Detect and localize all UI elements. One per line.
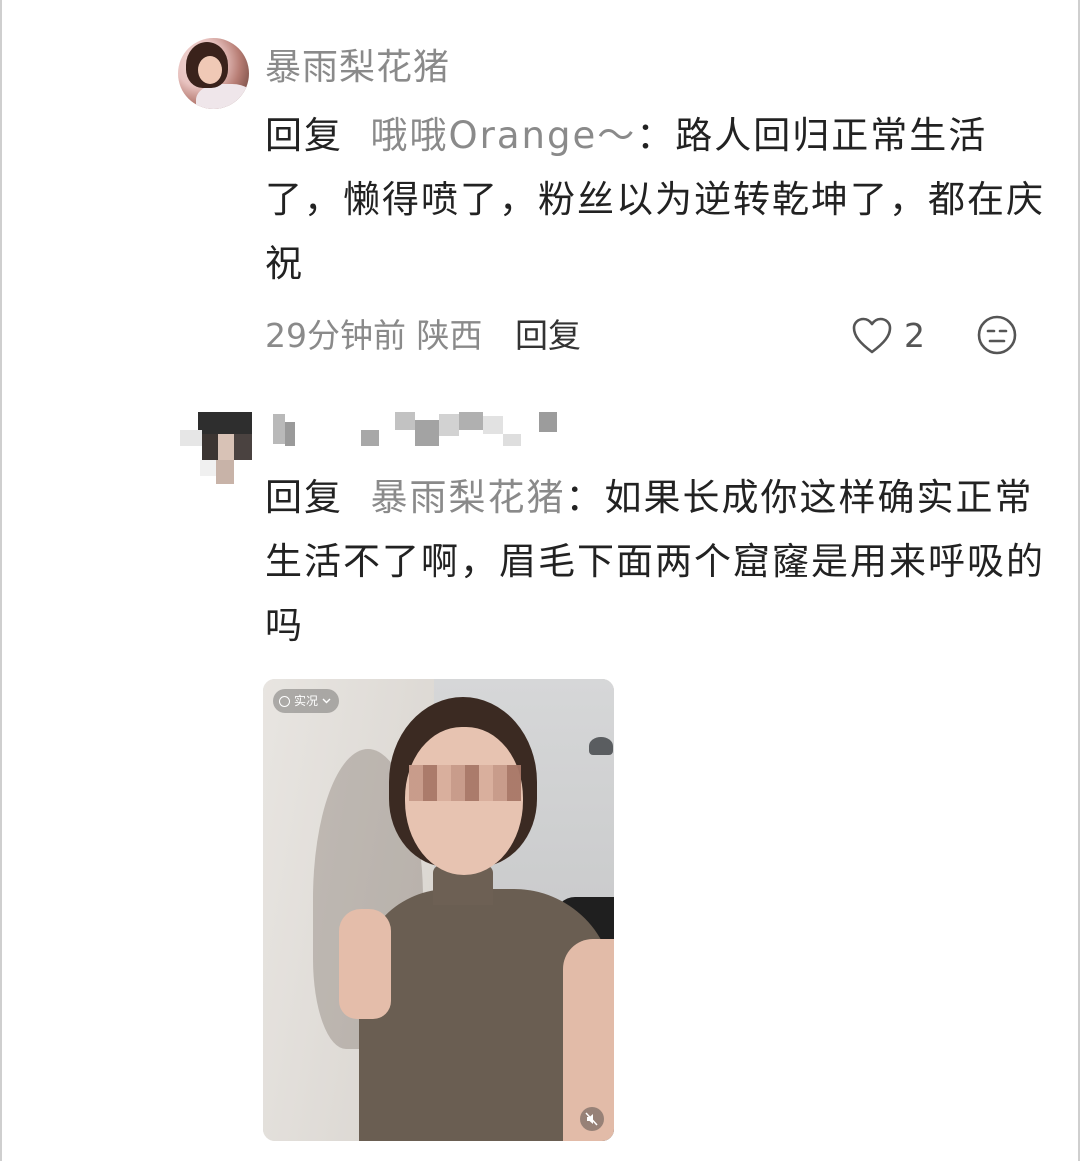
reply-target-username[interactable]: 哦哦Orange～ [371, 114, 637, 157]
username-obscured[interactable] [265, 408, 565, 448]
emoji-icon[interactable] [976, 314, 1018, 356]
comment-time: 29分钟前 [265, 316, 406, 355]
heart-icon [852, 317, 892, 354]
comment-text[interactable]: 回复 哦哦Orange～：路人回归正常生活了，懒得喷了，粉丝以为逆转乾坤了，都在… [265, 104, 1045, 296]
reply-prefix: 回复 [265, 476, 343, 519]
live-photo-badge[interactable]: 实况 [273, 689, 340, 713]
comment-meta: 29分钟前 陕西 回复 [265, 312, 581, 360]
reply-prefix: 回复 [265, 114, 343, 157]
live-photo-icon [279, 695, 290, 707]
like-button[interactable]: 2 [852, 314, 925, 358]
reply-button[interactable]: 回复 [515, 316, 581, 355]
username[interactable]: 暴雨梨花猪 [265, 44, 450, 92]
reply-separator: ： [565, 476, 605, 519]
mute-icon [585, 1112, 598, 1126]
avatar[interactable] [178, 38, 249, 109]
chevron-down-icon [322, 698, 331, 704]
reply-separator: ： [636, 114, 676, 157]
comment-text[interactable]: 回复 暴雨梨花猪：如果长成你这样确实正常生活不了啊，眉毛下面两个窟窿是用来呼吸的… [265, 466, 1045, 658]
sound-toggle-button[interactable] [580, 1107, 604, 1131]
live-photo-label: 实况 [294, 694, 319, 708]
comment-location: 陕西 [416, 316, 483, 355]
left-border [0, 0, 2, 1161]
reply-target-username[interactable]: 暴雨梨花猪 [371, 476, 566, 519]
comment-image[interactable]: 实况 [263, 679, 614, 1141]
like-count: 2 [904, 316, 925, 355]
avatar[interactable] [180, 412, 256, 484]
